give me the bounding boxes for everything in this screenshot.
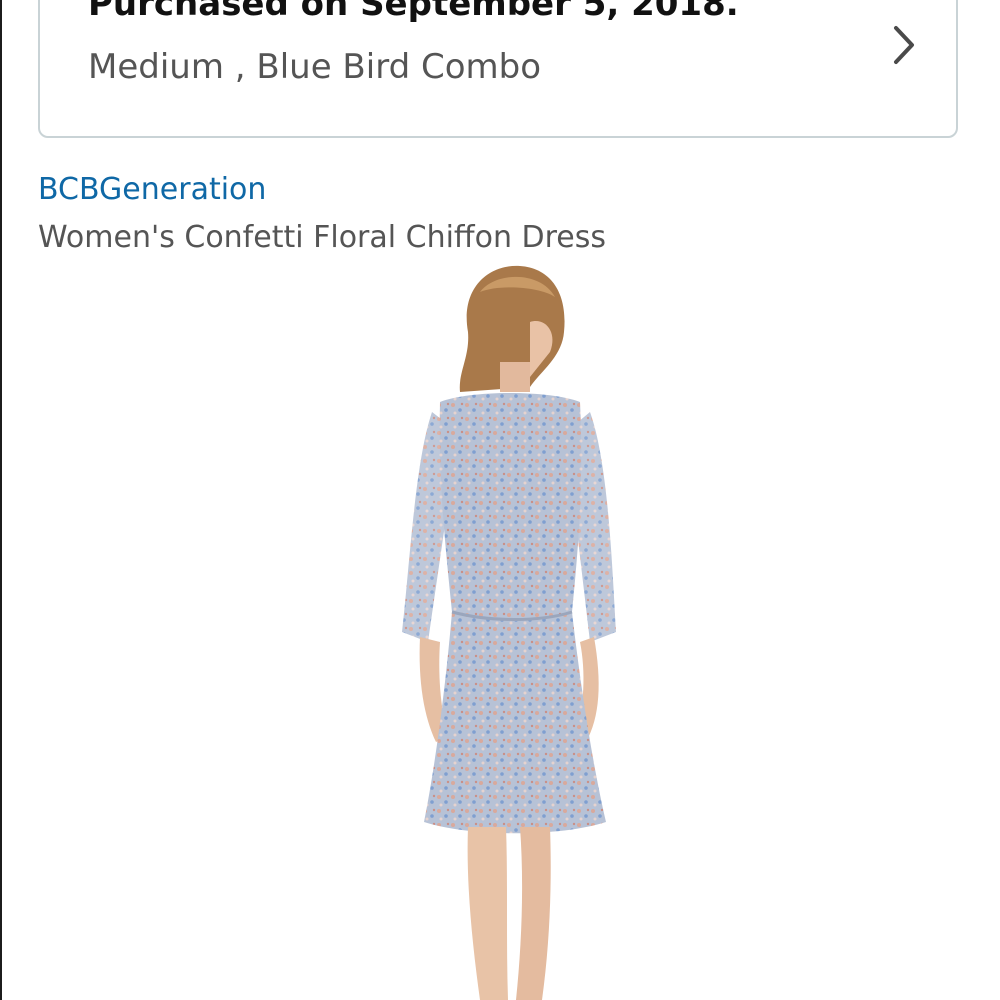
- brand-link[interactable]: BCBGeneration: [38, 172, 266, 207]
- window-edge-divider: [0, 0, 2, 1000]
- product-title: Women's Confetti Floral Chiffon Dress: [38, 220, 606, 255]
- purchase-variant-text: Medium , Blue Bird Combo: [88, 47, 542, 87]
- purchase-date-text: Purchased on September 5, 2018.: [88, 0, 739, 24]
- purchase-info-card[interactable]: Purchased on September 5, 2018. Medium ,…: [38, 0, 958, 138]
- chevron-right-icon[interactable]: [888, 22, 920, 68]
- product-image[interactable]: [380, 262, 640, 1000]
- product-page: Purchased on September 5, 2018. Medium ,…: [0, 0, 1000, 1000]
